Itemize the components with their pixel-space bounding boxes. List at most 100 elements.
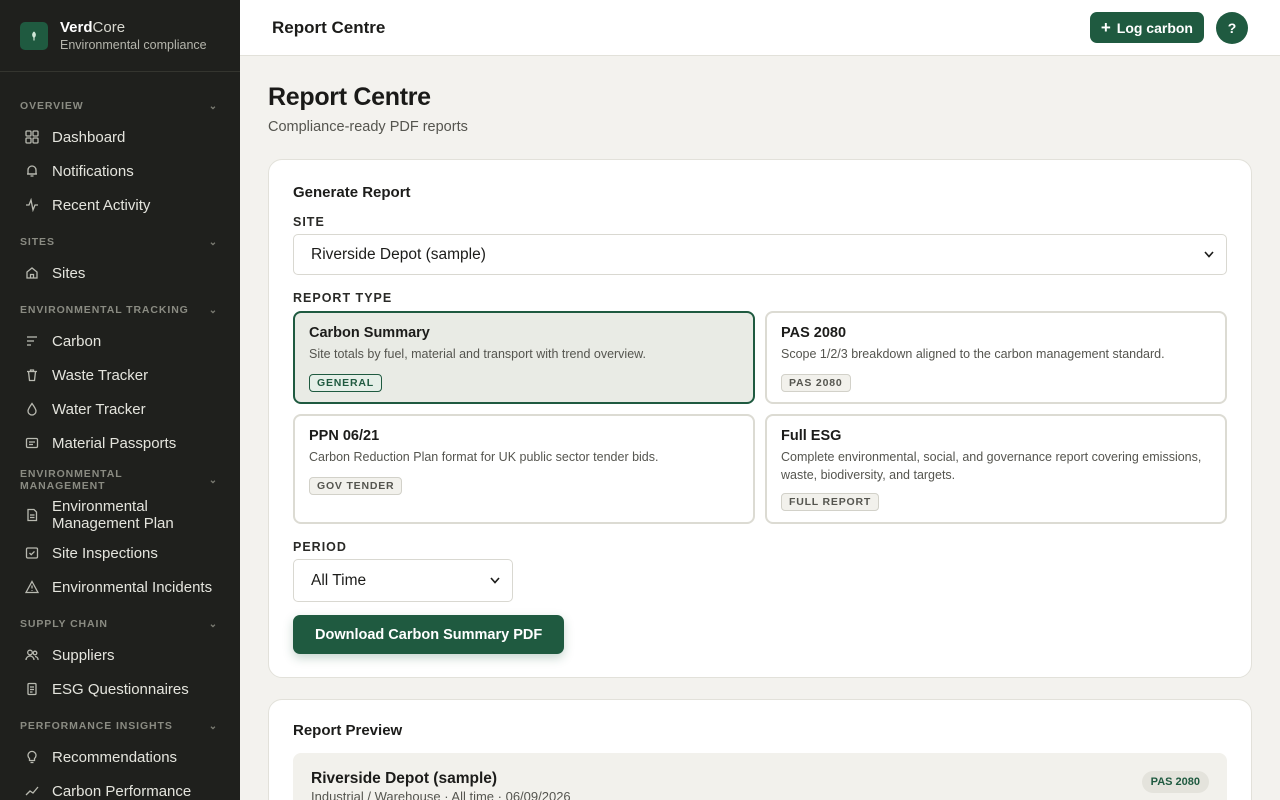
- plus-icon: +: [1100, 18, 1111, 37]
- section-environmental-management[interactable]: ENVIRONMENTAL MANAGEMENT ⌄: [0, 466, 240, 494]
- sidebar-item-label: Recommendations: [52, 748, 178, 766]
- report-type-ppn-06-21[interactable]: PPN 06/21 Carbon Reduction Plan format f…: [293, 414, 755, 524]
- brand[interactable]: VerdCore Environmental compliance: [0, 0, 240, 72]
- leaf-icon: [20, 21, 48, 50]
- sidebar-item-label: Water Tracker: [52, 400, 146, 418]
- period-select-value: All Time: [311, 571, 367, 589]
- sidebar-item-label: Carbon: [52, 332, 102, 350]
- report-type-full-esg[interactable]: Full ESG Complete environmental, social,…: [765, 414, 1227, 524]
- log-carbon-button[interactable]: + Log carbon: [1089, 12, 1204, 43]
- sidebar-item-notifications[interactable]: Notifications: [0, 154, 240, 188]
- preview-meta: Industrial / Warehouse · All time · 06/0…: [311, 789, 571, 800]
- log-carbon-label: Log carbon: [1116, 19, 1193, 36]
- droplet-icon: [24, 401, 40, 417]
- sidebar-item-label: Suppliers: [52, 646, 115, 664]
- check-square-icon: [24, 545, 40, 561]
- report-type-name: PAS 2080: [781, 325, 847, 341]
- sidebar-item-material-passports[interactable]: Material Passports: [0, 426, 240, 460]
- sidebar-item-environmental-management-plan[interactable]: Environmental Management Plan: [0, 494, 240, 536]
- report-type-carbon-summary[interactable]: Carbon Summary Site totals by fuel, mate…: [293, 311, 755, 404]
- site-select[interactable]: Riverside Depot (sample): [293, 234, 1227, 275]
- activity-icon: [24, 197, 40, 213]
- report-type-desc: Carbon Reduction Plan format for UK publ…: [309, 450, 659, 464]
- sidebar-item-recommendations[interactable]: Recommendations: [0, 740, 240, 774]
- report-type-name: PPN 06/21: [309, 428, 380, 444]
- report-type-name: Full ESG: [781, 428, 842, 444]
- report-type-badge: FULL REPORT: [781, 493, 880, 511]
- report-type-badge: GOV TENDER: [309, 477, 403, 495]
- topbar: Report Centre + Log carbon ?: [240, 0, 1280, 56]
- sidebar-item-dashboard[interactable]: Dashboard: [0, 120, 240, 154]
- brand-subtitle: Environmental compliance: [60, 38, 207, 52]
- sidebar-item-suppliers[interactable]: Suppliers: [0, 638, 240, 672]
- chevron-down-icon: [1204, 250, 1214, 260]
- period-label: PERIOD: [293, 540, 347, 554]
- sidebar-item-carbon-performance[interactable]: Carbon Performance: [0, 774, 240, 800]
- lightbulb-icon: [24, 749, 40, 765]
- chevron-down-icon: ⌄: [208, 720, 218, 732]
- clipboard-icon: [24, 681, 40, 697]
- sidebar-item-label: Material Passports: [52, 434, 177, 452]
- report-type-desc: Scope 1/2/3 breakdown aligned to the car…: [781, 347, 1165, 361]
- bell-icon: [24, 163, 40, 179]
- help-button[interactable]: ?: [1216, 11, 1248, 44]
- report-preview-card: Report Preview Riverside Depot (sample) …: [268, 699, 1252, 800]
- sidebar-item-label: Notifications: [52, 162, 134, 180]
- report-preview-title: Report Preview: [293, 722, 403, 739]
- grid-icon: [24, 129, 40, 145]
- sidebar: VerdCore Environmental compliance OVERVI…: [0, 0, 240, 800]
- sidebar-item-esg-questionnaires[interactable]: ESG Questionnaires: [0, 672, 240, 706]
- main-content: Report Centre Compliance-ready PDF repor…: [268, 56, 1252, 800]
- site-label: SITE: [293, 215, 325, 229]
- period-select[interactable]: All Time: [293, 559, 513, 602]
- sidebar-item-label: Site Inspections: [52, 544, 158, 562]
- section-overview[interactable]: OVERVIEW ⌄: [0, 92, 240, 120]
- generate-report-card: Generate Report SITE Riverside Depot (sa…: [268, 159, 1252, 678]
- trend-icon: [24, 783, 40, 799]
- sidebar-item-site-inspections[interactable]: Site Inspections: [0, 536, 240, 570]
- sidebar-item-recent-activity[interactable]: Recent Activity: [0, 188, 240, 222]
- page-subtitle: Compliance-ready PDF reports: [268, 119, 468, 135]
- sidebar-item-environmental-incidents[interactable]: Environmental Incidents: [0, 570, 240, 604]
- section-performance-insights[interactable]: PERFORMANCE INSIGHTS ⌄: [0, 712, 240, 740]
- bin-icon: [24, 367, 40, 383]
- chevron-down-icon: [490, 576, 500, 586]
- chevron-down-icon: ⌄: [208, 474, 218, 486]
- report-type-badge: PAS 2080: [781, 374, 851, 392]
- id-card-icon: [24, 435, 40, 451]
- sidebar-item-label: Dashboard: [52, 128, 126, 146]
- report-type-pas-2080[interactable]: PAS 2080 Scope 1/2/3 breakdown aligned t…: [765, 311, 1227, 404]
- chevron-down-icon: ⌄: [208, 100, 218, 112]
- section-environmental-tracking[interactable]: ENVIRONMENTAL TRACKING ⌄: [0, 296, 240, 324]
- sidebar-item-label: Carbon Performance: [52, 782, 192, 800]
- chevron-down-icon: ⌄: [208, 304, 218, 316]
- sidebar-item-label: Recent Activity: [52, 196, 151, 214]
- sidebar-item-water-tracker[interactable]: Water Tracker: [0, 392, 240, 426]
- report-type-desc: Site totals by fuel, material and transp…: [309, 347, 646, 361]
- report-preview-body: Riverside Depot (sample) Industrial / Wa…: [293, 753, 1227, 800]
- preview-site-name: Riverside Depot (sample): [311, 770, 498, 787]
- report-type-name: Carbon Summary: [309, 325, 430, 341]
- users-icon: [24, 647, 40, 663]
- sidebar-item-label: Waste Tracker: [52, 366, 149, 384]
- sidebar-item-sites[interactable]: Sites: [0, 256, 240, 290]
- sidebar-item-label: Environmental Management Plan: [52, 498, 174, 532]
- section-supply-chain[interactable]: SUPPLY CHAIN ⌄: [0, 610, 240, 638]
- chevron-down-icon: ⌄: [208, 618, 218, 630]
- chevron-down-icon: ⌄: [208, 236, 218, 248]
- report-type-grid: Carbon Summary Site totals by fuel, mate…: [293, 311, 1227, 524]
- site-select-value: Riverside Depot (sample): [311, 245, 486, 263]
- topbar-title: Report Centre: [272, 17, 386, 37]
- home-icon: [24, 265, 40, 281]
- document-icon: [24, 507, 40, 523]
- page-title: Report Centre: [268, 83, 431, 111]
- lines-icon: [24, 333, 40, 349]
- report-type-desc: Complete environmental, social, and gove…: [781, 450, 1202, 482]
- section-sites[interactable]: SITES ⌄: [0, 228, 240, 256]
- sidebar-item-waste-tracker[interactable]: Waste Tracker: [0, 358, 240, 392]
- generate-report-title: Generate Report: [293, 184, 411, 201]
- report-type-label: REPORT TYPE: [293, 291, 393, 305]
- preview-badge: PAS 2080: [1141, 771, 1209, 793]
- sidebar-item-carbon[interactable]: Carbon: [0, 324, 240, 358]
- download-pdf-button[interactable]: Download Carbon Summary PDF: [293, 615, 565, 654]
